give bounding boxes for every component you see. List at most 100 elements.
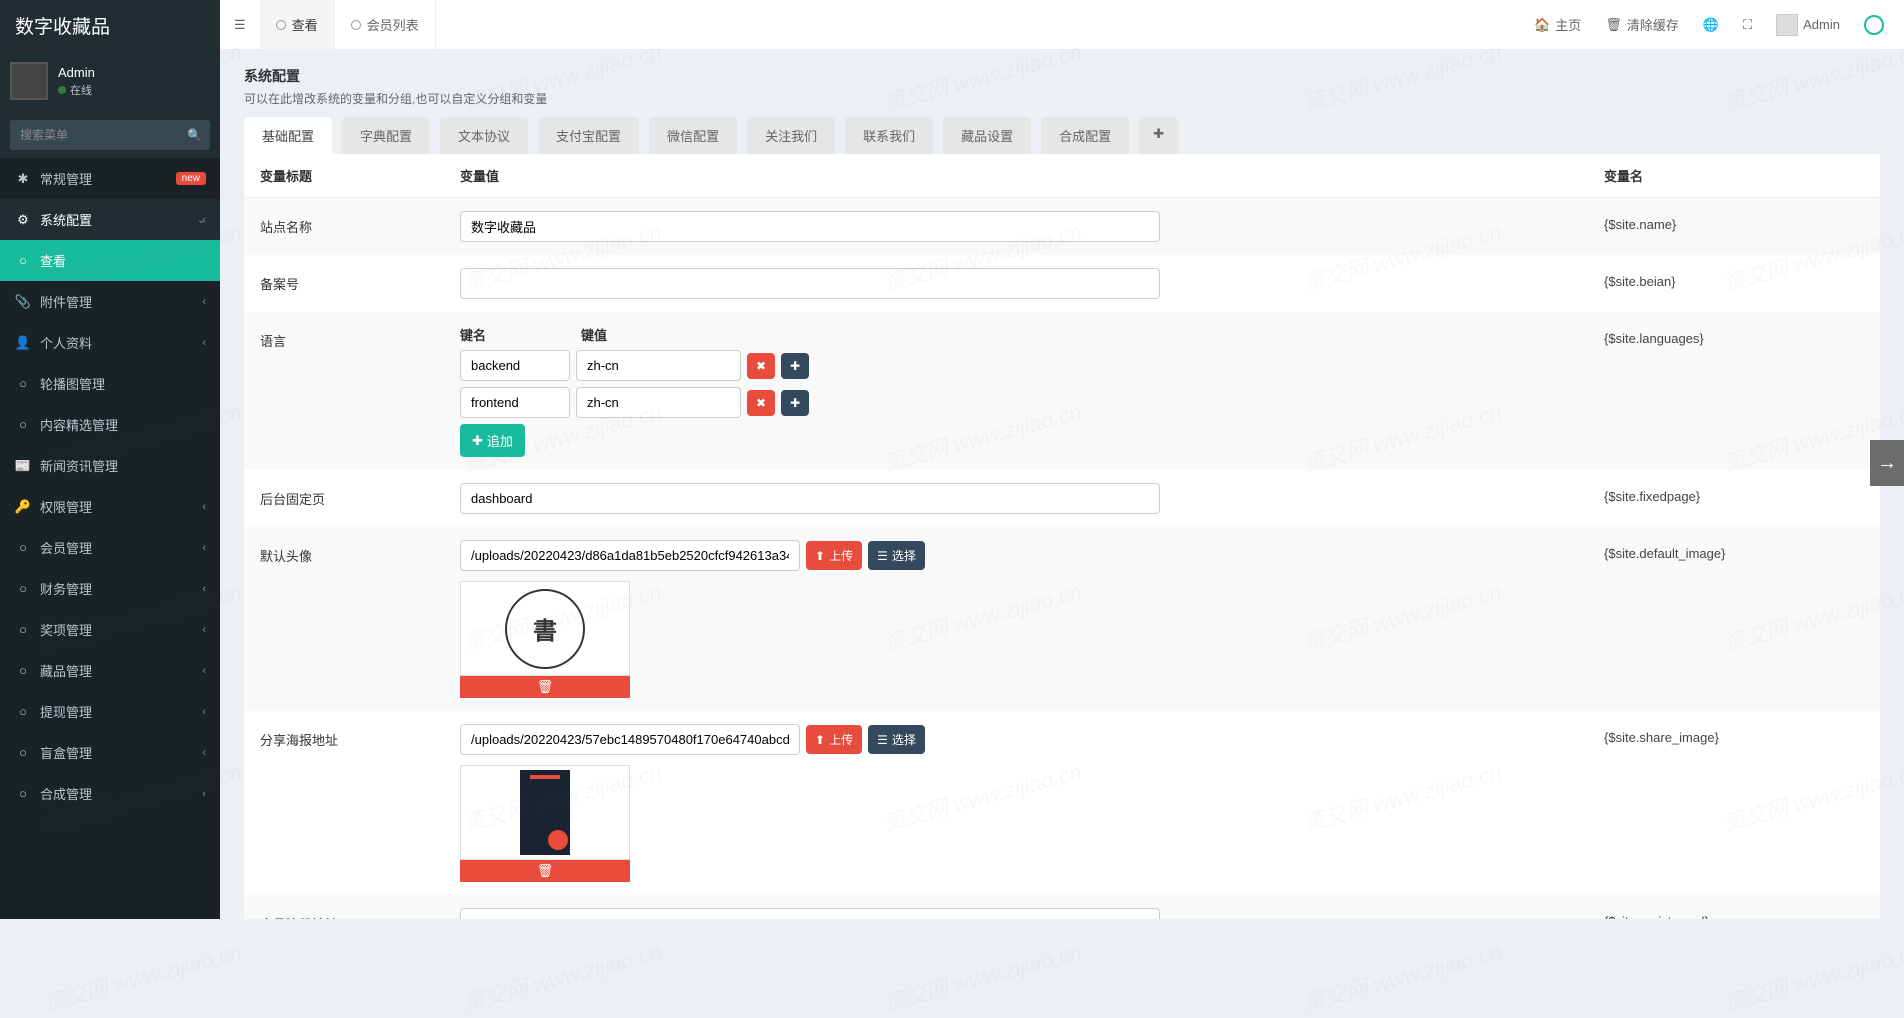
add-config-tab-button[interactable]: ✚ (1139, 117, 1178, 154)
kv-value-input[interactable] (576, 387, 741, 418)
config-tab[interactable]: 文本协议 (440, 117, 528, 154)
menu-search: 🔍 (0, 112, 220, 158)
config-tab[interactable]: 关注我们 (747, 117, 835, 154)
sidebar-toggle-button[interactable]: → (1870, 440, 1904, 486)
sidebar-item-label: 新闻资讯管理 (40, 456, 118, 475)
sidebar-item[interactable]: 系统配置‹⌄ (0, 199, 220, 240)
ring-icon (351, 20, 361, 30)
insert-kv-button[interactable]: ✚ (781, 353, 809, 379)
insert-kv-button[interactable]: ✚ (781, 390, 809, 416)
config-tab[interactable]: 合成配置 (1041, 117, 1129, 154)
config-tab[interactable]: 支付宝配置 (538, 117, 639, 154)
remove-kv-button[interactable]: ✖ (747, 353, 775, 379)
watermark: 资交网 www.zijiao.cn (879, 934, 1084, 1018)
sidebar-item[interactable]: 盲盒管理‹ (0, 732, 220, 773)
input-share-path[interactable] (460, 724, 800, 755)
menu-toggle-icon[interactable]: ☰ (220, 0, 260, 49)
chevron-down-icon: ⌄ (197, 213, 206, 226)
upload-avatar-button[interactable]: ⬆上传 (806, 541, 862, 570)
sidebar-item[interactable]: 会员管理‹ (0, 527, 220, 568)
row-share-image: 分享海报地址 ⬆上传 ☰选择 {$site.share_image} (244, 711, 1880, 895)
remove-kv-button[interactable]: ✖ (747, 390, 775, 416)
chevron-left-icon: ‹ (202, 788, 206, 800)
sidebar-item[interactable]: 新闻资讯管理 (0, 445, 220, 486)
watermark: 资交网 www.zijiao.cn (459, 934, 664, 1018)
ring-icon (14, 786, 32, 801)
input-register-url[interactable] (460, 908, 1160, 919)
input-avatar-path[interactable] (460, 540, 800, 571)
refresh-button[interactable] (1852, 0, 1896, 49)
user-icon (14, 335, 32, 351)
input-site-name[interactable] (460, 211, 1160, 242)
ring-icon (14, 663, 32, 678)
sidebar-item-label: 合成管理 (40, 784, 92, 803)
chevron-left-icon: ‹ (202, 747, 206, 759)
sidebar-item[interactable]: 轮播图管理 (0, 363, 220, 404)
clear-cache-button[interactable]: 清除缓存 (1593, 0, 1691, 49)
sidebar-item[interactable]: 查看 (0, 240, 220, 281)
kv-key-input[interactable] (460, 350, 570, 381)
sidebar-item[interactable]: 财务管理‹ (0, 568, 220, 609)
plus-icon: ✚ (1153, 126, 1164, 141)
upload-icon: ⬆ (815, 549, 825, 563)
expand-icon (1743, 17, 1752, 33)
kv-row: ✖ ✚ (460, 387, 1604, 418)
config-tab[interactable]: 微信配置 (649, 117, 737, 154)
sidebar-item[interactable]: 附件管理‹ (0, 281, 220, 322)
user-status: 在线 (58, 82, 95, 98)
config-tab[interactable]: 字典配置 (342, 117, 430, 154)
sidebar-item[interactable]: 合成管理 ‹ (0, 773, 220, 814)
top-tab[interactable]: 会员列表 (335, 0, 436, 49)
trash-icon (537, 679, 554, 695)
app-title: 数字收藏品 (0, 0, 220, 50)
kv-row: ✖ ✚ (460, 350, 1604, 381)
chevron-left-icon: ‹ (202, 501, 206, 513)
row-fixed-page: 后台固定页 {$site.fixedpage} (244, 470, 1880, 527)
sidebar-item[interactable]: 个人资料‹ (0, 322, 220, 363)
form-panel: 变量标题 变量值 变量名 站点名称 {$site.name} 备案号 {$sit… (244, 154, 1880, 919)
delete-avatar-button[interactable] (460, 676, 630, 698)
select-share-button[interactable]: ☰选择 (868, 725, 925, 754)
kv-key-input[interactable] (460, 387, 570, 418)
language-button[interactable] (1691, 0, 1731, 49)
add-kv-button[interactable]: ✚追加 (460, 424, 525, 457)
avatar (10, 62, 48, 100)
config-tab[interactable]: 藏品设置 (943, 117, 1031, 154)
watermark: 资交网 www.zijiao.cn (39, 934, 244, 1018)
input-beian[interactable] (460, 268, 1160, 299)
sidebar-item[interactable]: 内容精选管理 (0, 404, 220, 445)
ring-icon (14, 745, 32, 760)
online-dot-icon (58, 86, 66, 94)
sidebar-item-label: 附件管理 (40, 292, 92, 311)
user-name: Admin (58, 65, 95, 80)
close-icon: ✖ (756, 396, 766, 410)
plus-icon: ✚ (472, 433, 483, 449)
home-link[interactable]: 主页 (1522, 0, 1593, 49)
sidebar-item[interactable]: 常规管理new (0, 158, 220, 199)
sidebar-item[interactable]: 权限管理‹ (0, 486, 220, 527)
ring-icon (14, 417, 32, 432)
delete-share-button[interactable] (460, 860, 630, 882)
plus-icon: ✚ (790, 396, 800, 410)
cfg-icon (14, 171, 32, 187)
fullscreen-button[interactable] (1731, 0, 1764, 49)
sidebar-item[interactable]: 奖项管理‹ (0, 609, 220, 650)
row-register-url: 会员注册地址 {$site.register_url} (244, 895, 1880, 919)
sidebar-item[interactable]: 藏品管理‹ (0, 650, 220, 691)
search-input[interactable] (10, 120, 210, 150)
row-language: 语言 键名 键值 ✖ ✚ ✖ ✚ ✚追加 {$site.languages} (244, 312, 1880, 470)
input-fixed-page[interactable] (460, 483, 1160, 514)
sidebar-item[interactable]: 提现管理‹ (0, 691, 220, 732)
sidebar-item-label: 提现管理 (40, 702, 92, 721)
admin-menu[interactable]: Admin (1764, 0, 1852, 49)
config-tab[interactable]: 联系我们 (845, 117, 933, 154)
search-icon[interactable]: 🔍 (187, 128, 202, 142)
kv-value-input[interactable] (576, 350, 741, 381)
top-tab[interactable]: 查看 (260, 0, 335, 49)
ring-icon (14, 540, 32, 555)
upload-share-button[interactable]: ⬆上传 (806, 725, 862, 754)
config-tab[interactable]: 基础配置 (244, 117, 332, 154)
row-default-avatar: 默认头像 ⬆上传 ☰选择 書 {$site.default_image} (244, 527, 1880, 711)
arrow-right-icon: → (1877, 452, 1897, 475)
select-avatar-button[interactable]: ☰选择 (868, 541, 925, 570)
